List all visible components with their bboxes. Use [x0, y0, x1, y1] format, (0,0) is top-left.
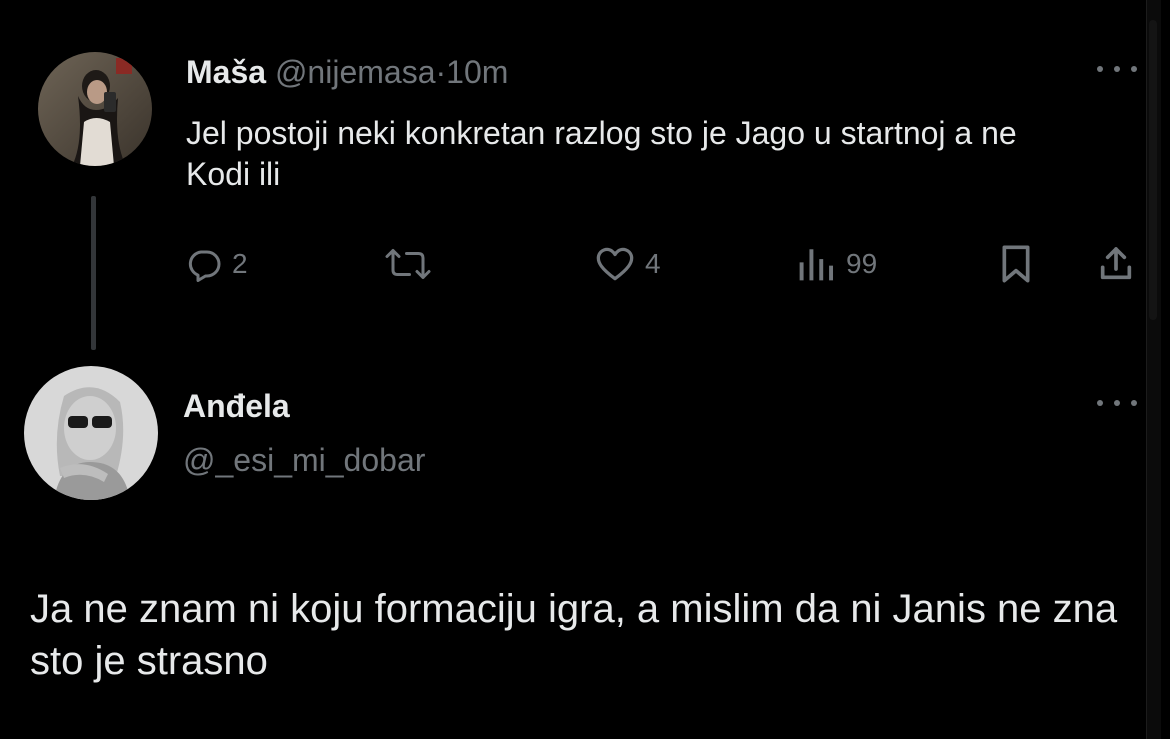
heart-icon	[596, 247, 634, 281]
thread-line	[91, 196, 96, 350]
tweet-header: Maša @nijemasa·10m	[186, 52, 508, 92]
bookmark-icon	[1002, 245, 1030, 283]
reply-icon	[188, 250, 221, 282]
share-icon	[1100, 247, 1132, 280]
timestamp[interactable]: 10m	[446, 54, 508, 90]
views-count: 99	[846, 248, 878, 279]
author-handle[interactable]: @_esi_mi_dobar	[183, 440, 425, 480]
retweet-button[interactable]	[384, 244, 432, 284]
reply-count: 2	[232, 248, 248, 279]
scrollbar-thumb[interactable]	[1149, 20, 1157, 320]
separator-dot: ·	[435, 54, 447, 90]
views-icon	[799, 249, 834, 281]
views-button[interactable]: 99	[796, 244, 877, 284]
author-name[interactable]: Maša	[186, 54, 266, 90]
reply-button[interactable]: 2	[186, 244, 248, 284]
avatar[interactable]	[38, 52, 152, 166]
like-button[interactable]: 4	[595, 244, 661, 284]
more-options-icon[interactable]	[1097, 396, 1137, 410]
author-handle[interactable]: @nijemasa	[275, 54, 436, 90]
tweet-text: Jel postoji neki konkretan razlog sto je…	[186, 115, 1017, 192]
share-button[interactable]	[1096, 244, 1136, 284]
tweet-text: Ja ne znam ni koju formaciju igra, a mis…	[30, 587, 1118, 683]
like-count: 4	[645, 248, 661, 279]
more-options-icon[interactable]	[1097, 62, 1137, 76]
avatar[interactable]	[24, 366, 158, 500]
author-name[interactable]: Anđela	[183, 386, 290, 426]
bookmark-button[interactable]	[998, 244, 1034, 284]
retweet-icon	[385, 249, 431, 279]
